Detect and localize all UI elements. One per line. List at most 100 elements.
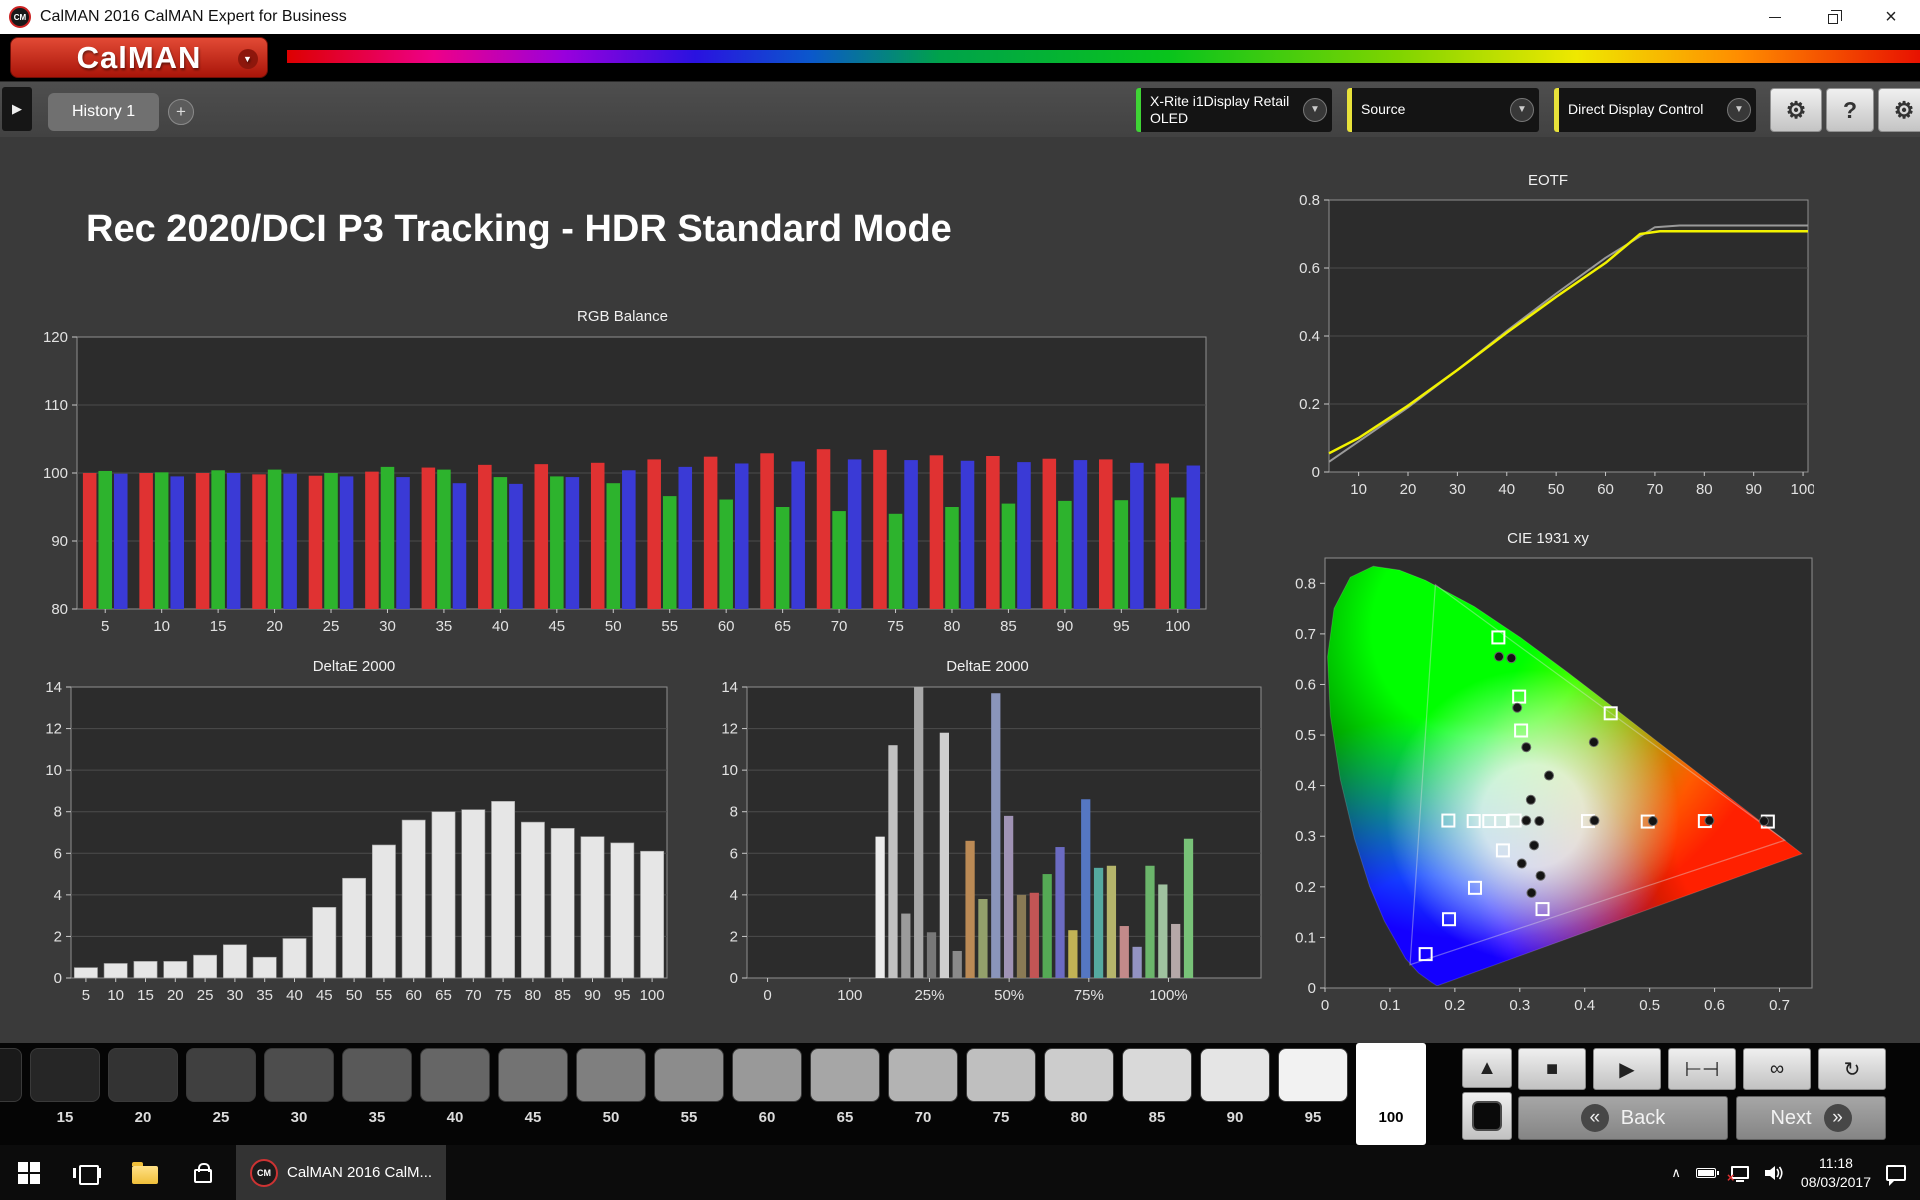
meter-dropdown-label: X-Rite i1Display Retail xyxy=(1150,93,1302,111)
swatch-color xyxy=(1200,1048,1270,1102)
svg-text:0.8: 0.8 xyxy=(1295,575,1316,592)
svg-text:80: 80 xyxy=(51,601,68,618)
pattern-swatch-35[interactable]: 35 xyxy=(342,1048,412,1140)
close-button[interactable]: × xyxy=(1862,0,1920,34)
back-button[interactable]: « Back xyxy=(1518,1096,1728,1140)
svg-text:40: 40 xyxy=(286,987,303,1004)
pattern-window-button[interactable] xyxy=(1462,1092,1512,1140)
swatch-label: 60 xyxy=(732,1109,802,1126)
clock-time: 11:18 xyxy=(1801,1154,1871,1173)
swatch-color xyxy=(186,1048,256,1102)
svg-text:25: 25 xyxy=(197,987,214,1004)
svg-text:14: 14 xyxy=(721,679,738,696)
network-disconnected-icon[interactable]: × xyxy=(1731,1166,1749,1179)
svg-text:30: 30 xyxy=(1449,481,1466,498)
pattern-swatch-15[interactable]: 15 xyxy=(30,1048,100,1140)
svg-text:100: 100 xyxy=(640,987,665,1004)
pattern-swatch-40[interactable]: 40 xyxy=(420,1048,490,1140)
calman-logo-text: CalMAN xyxy=(77,40,202,76)
pattern-swatch-100[interactable]: 100 xyxy=(1356,1043,1426,1145)
svg-text:0.8: 0.8 xyxy=(1299,192,1320,209)
calman-app-icon: CM xyxy=(9,6,31,28)
pattern-swatch-25[interactable]: 25 xyxy=(186,1048,256,1140)
svg-text:8: 8 xyxy=(54,804,62,821)
swatch-label: 45 xyxy=(498,1109,568,1126)
display-control-dropdown[interactable]: Direct Display Control ▼ xyxy=(1554,88,1756,132)
swatch-label: 40 xyxy=(420,1109,490,1126)
chevron-down-icon[interactable]: ▼ xyxy=(1727,98,1751,122)
svg-text:80: 80 xyxy=(525,987,542,1004)
store-button[interactable] xyxy=(174,1145,232,1200)
pattern-swatch-edge[interactable] xyxy=(0,1048,22,1140)
svg-text:90: 90 xyxy=(51,533,68,550)
pattern-swatch-30[interactable]: 30 xyxy=(264,1048,334,1140)
page-title: Rec 2020/DCI P3 Tracking - HDR Standard … xyxy=(86,208,952,251)
svg-text:8: 8 xyxy=(730,804,738,821)
play-button[interactable]: ▶ xyxy=(1593,1048,1661,1090)
restore-button[interactable] xyxy=(1804,0,1862,34)
expand-panel-button[interactable]: ▶ xyxy=(2,87,32,131)
pattern-swatch-50[interactable]: 50 xyxy=(576,1048,646,1140)
svg-text:50%: 50% xyxy=(994,987,1024,1004)
pattern-swatch-70[interactable]: 70 xyxy=(888,1048,958,1140)
calman-logo-button[interactable]: CalMAN ▼ xyxy=(10,37,268,78)
tab-history-1[interactable]: History 1 xyxy=(48,93,159,131)
pattern-swatch-65[interactable]: 65 xyxy=(810,1048,880,1140)
extra-tool-button[interactable]: ⚙ xyxy=(1878,88,1920,132)
pattern-swatch-20[interactable]: 20 xyxy=(108,1048,178,1140)
pattern-swatch-75[interactable]: 75 xyxy=(966,1048,1036,1140)
task-view-button[interactable] xyxy=(58,1145,116,1200)
pattern-swatch-45[interactable]: 45 xyxy=(498,1048,568,1140)
help-button[interactable]: ? xyxy=(1826,88,1874,132)
minimize-button[interactable] xyxy=(1746,0,1804,34)
svg-text:12: 12 xyxy=(721,721,738,738)
pattern-swatch-60[interactable]: 60 xyxy=(732,1048,802,1140)
settings-button[interactable]: ⚙ xyxy=(1770,88,1822,132)
stop-button[interactable]: ■ xyxy=(1518,1048,1586,1090)
logo-dropdown-icon[interactable]: ▼ xyxy=(238,49,258,69)
display-dropdown-label: Direct Display Control xyxy=(1568,101,1726,119)
swatch-label: 15 xyxy=(30,1109,100,1126)
continuous-measure-button[interactable]: ∞ xyxy=(1743,1048,1811,1090)
pattern-swatch-95[interactable]: 95 xyxy=(1278,1048,1348,1140)
svg-text:0: 0 xyxy=(730,970,738,987)
loop-button[interactable]: ↻ xyxy=(1818,1048,1886,1090)
calman-app-icon: CM xyxy=(250,1159,278,1187)
measure-range-button[interactable]: ⊢⊣ xyxy=(1668,1048,1736,1090)
svg-text:15: 15 xyxy=(210,618,227,635)
add-tab-button[interactable]: + xyxy=(168,99,194,125)
pattern-swatch-90[interactable]: 90 xyxy=(1200,1048,1270,1140)
action-center-icon[interactable] xyxy=(1886,1165,1906,1181)
svg-text:10: 10 xyxy=(721,762,738,779)
svg-text:45: 45 xyxy=(548,618,565,635)
svg-text:20: 20 xyxy=(1400,481,1417,498)
pattern-up-button[interactable]: ▲ xyxy=(1462,1048,1512,1088)
svg-text:30: 30 xyxy=(379,618,396,635)
volume-icon[interactable] xyxy=(1764,1165,1786,1181)
source-dropdown[interactable]: Source ▼ xyxy=(1347,88,1539,132)
battery-icon[interactable] xyxy=(1696,1168,1716,1178)
svg-text:60: 60 xyxy=(1597,481,1614,498)
swatch-color xyxy=(498,1048,568,1102)
eotf-title: EOTF xyxy=(1282,172,1814,189)
svg-text:65: 65 xyxy=(435,987,452,1004)
pattern-swatch-55[interactable]: 55 xyxy=(654,1048,724,1140)
hidden-icons-caret[interactable]: ∧ xyxy=(1671,1165,1681,1181)
pattern-swatch-80[interactable]: 80 xyxy=(1044,1048,1114,1140)
deltae-colorchecker-plot: 02468101214010025%50%75%100% xyxy=(700,675,1275,1008)
next-label: Next xyxy=(1770,1107,1811,1130)
taskbar-clock[interactable]: 11:18 08/03/2017 xyxy=(1801,1154,1871,1192)
svg-text:20: 20 xyxy=(167,987,184,1004)
file-explorer-button[interactable] xyxy=(116,1145,174,1200)
next-button[interactable]: Next » xyxy=(1736,1096,1886,1140)
svg-text:85: 85 xyxy=(554,987,571,1004)
svg-text:50: 50 xyxy=(1548,481,1565,498)
chevron-down-icon[interactable]: ▼ xyxy=(1303,98,1327,122)
chevron-down-icon[interactable]: ▼ xyxy=(1510,98,1534,122)
pattern-swatch-85[interactable]: 85 xyxy=(1122,1048,1192,1140)
back-label: Back xyxy=(1621,1107,1665,1130)
svg-text:25%: 25% xyxy=(914,987,944,1004)
meter-dropdown[interactable]: X-Rite i1Display Retail OLED ▼ xyxy=(1136,88,1332,132)
start-button[interactable] xyxy=(0,1145,58,1200)
calman-taskbar-button[interactable]: CM CalMAN 2016 CalM... xyxy=(236,1145,446,1200)
